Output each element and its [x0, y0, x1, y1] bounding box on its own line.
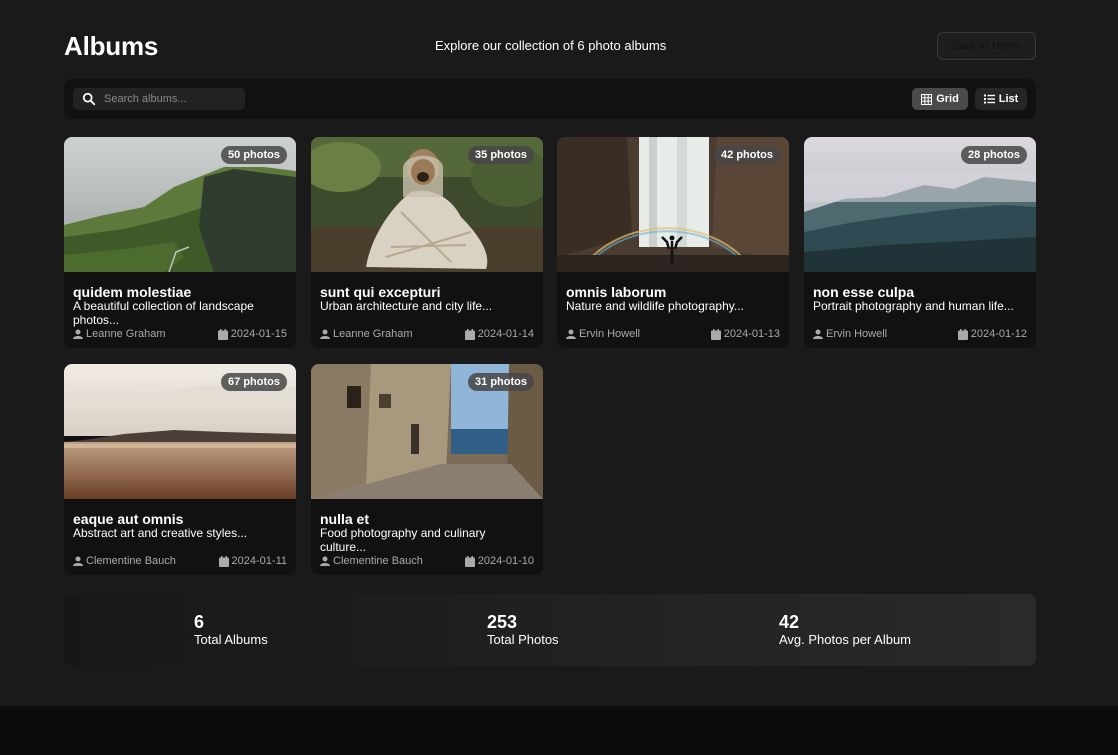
album-date: 2024-01-11: [218, 555, 287, 567]
list-view-label: List: [998, 93, 1019, 105]
author-name: Clementine Bauch: [86, 555, 176, 567]
stat-total-albums: 6 Total Albums: [194, 612, 268, 648]
stat-value: 6: [194, 612, 205, 632]
stat-total-photos: 253 Total Photos: [487, 612, 559, 648]
user-icon: [566, 329, 576, 339]
author-name: Leanne Graham: [86, 328, 166, 340]
stat-value: 253: [487, 612, 518, 632]
calendar-icon: [957, 328, 968, 340]
album-title: omnis laborum: [566, 284, 667, 300]
album-card[interactable]: 67 photos eaque aut omnis Abstract art a…: [64, 364, 296, 575]
back-to-home-button[interactable]: Back to Home: [937, 32, 1036, 60]
album-author: Leanne Graham: [320, 328, 413, 340]
photo-count-badge: 67 photos: [221, 373, 287, 391]
page-footer: [0, 706, 1118, 755]
author-name: Ervin Howell: [579, 328, 641, 340]
user-icon: [320, 556, 330, 566]
grid-icon: [921, 93, 933, 105]
photo-count-badge: 35 photos: [468, 146, 534, 164]
calendar-icon: [710, 328, 721, 340]
page-title: Albums: [64, 31, 159, 61]
user-icon: [813, 329, 823, 339]
author-name: Ervin Howell: [826, 328, 888, 340]
date-text: 2024-01-10: [477, 555, 534, 567]
date-text: 2024-01-11: [231, 555, 287, 567]
album-card[interactable]: 28 photos non esse culpa Portrait photog…: [804, 137, 1036, 348]
stat-label: Total Photos: [487, 632, 559, 647]
album-date: 2024-01-14: [464, 328, 534, 340]
photo-count-badge: 50 photos: [221, 146, 287, 164]
album-card[interactable]: 31 photos nulla et Food photography and …: [311, 364, 543, 575]
search-icon: [82, 92, 96, 106]
album-description: Urban architecture and city life...: [320, 299, 493, 313]
search-input[interactable]: [104, 93, 234, 105]
album-card[interactable]: 42 photos omnis laborum Nature and wildl…: [557, 137, 789, 348]
stat-avg-photos: 42 Avg. Photos per Album: [779, 612, 911, 648]
album-author: Clementine Bauch: [320, 555, 423, 567]
toolbar: Grid List: [64, 79, 1036, 119]
album-date: 2024-01-15: [217, 328, 287, 340]
album-date: 2024-01-12: [957, 328, 1027, 340]
album-title: non esse culpa: [813, 284, 915, 300]
photo-count-badge: 42 photos: [714, 146, 780, 164]
user-icon: [73, 329, 83, 339]
album-date: 2024-01-10: [464, 555, 534, 567]
list-icon: [983, 94, 995, 104]
photo-count-badge: 31 photos: [468, 373, 534, 391]
album-card[interactable]: 35 photos sunt qui excepturi Urban archi…: [311, 137, 543, 348]
author-name: Clementine Bauch: [333, 555, 423, 567]
calendar-icon: [464, 328, 475, 340]
album-meta: Ervin Howell 2024-01-12: [813, 328, 1027, 340]
album-description: Portrait photography and human life...: [813, 299, 1014, 313]
photo-count-badge: 28 photos: [961, 146, 1027, 164]
album-meta: Leanne Graham 2024-01-15: [73, 328, 287, 340]
calendar-icon: [464, 555, 475, 567]
album-card[interactable]: 50 photos quidem molestiae A beautiful c…: [64, 137, 296, 348]
album-author: Leanne Graham: [73, 328, 166, 340]
album-title: quidem molestiae: [73, 284, 192, 300]
stats-panel: 6 Total Albums 253 Total Photos 42 Avg. …: [64, 594, 1036, 666]
date-text: 2024-01-14: [477, 328, 534, 340]
album-author: Clementine Bauch: [73, 555, 176, 567]
album-meta: Ervin Howell 2024-01-13: [566, 328, 780, 340]
album-description: Nature and wildlife photography...: [566, 299, 744, 313]
date-text: 2024-01-15: [230, 328, 287, 340]
list-view-button[interactable]: List: [975, 88, 1027, 110]
album-description: Abstract art and creative styles...: [73, 526, 248, 540]
album-title: nulla et: [320, 511, 370, 527]
user-icon: [320, 329, 330, 339]
album-meta: Clementine Bauch 2024-01-10: [320, 555, 534, 567]
album-title: sunt qui excepturi: [320, 284, 441, 300]
page-subtitle: Explore our collection of 6 photo albums: [435, 38, 667, 53]
author-name: Leanne Graham: [333, 328, 413, 340]
search-box[interactable]: [73, 88, 245, 110]
date-text: 2024-01-12: [970, 328, 1027, 340]
stat-label: Avg. Photos per Album: [779, 632, 912, 647]
calendar-icon: [218, 555, 229, 567]
user-icon: [73, 556, 83, 566]
album-description: A beautiful collection of landscape phot…: [73, 299, 254, 327]
stat-value: 42: [779, 612, 800, 632]
album-title: eaque aut omnis: [73, 511, 184, 527]
grid-view-button[interactable]: Grid: [912, 88, 968, 110]
album-description: Food photography and culinary culture...: [320, 526, 486, 554]
grid-view-label: Grid: [936, 93, 959, 105]
calendar-icon: [217, 328, 228, 340]
album-meta: Leanne Graham 2024-01-14: [320, 328, 534, 340]
date-text: 2024-01-13: [723, 328, 780, 340]
stat-label: Total Albums: [194, 632, 268, 647]
album-meta: Clementine Bauch 2024-01-11: [73, 555, 287, 567]
album-date: 2024-01-13: [710, 328, 780, 340]
album-author: Ervin Howell: [566, 328, 640, 340]
albums-page: Albums Explore our collection of 6 photo…: [64, 0, 1036, 666]
album-author: Ervin Howell: [813, 328, 887, 340]
